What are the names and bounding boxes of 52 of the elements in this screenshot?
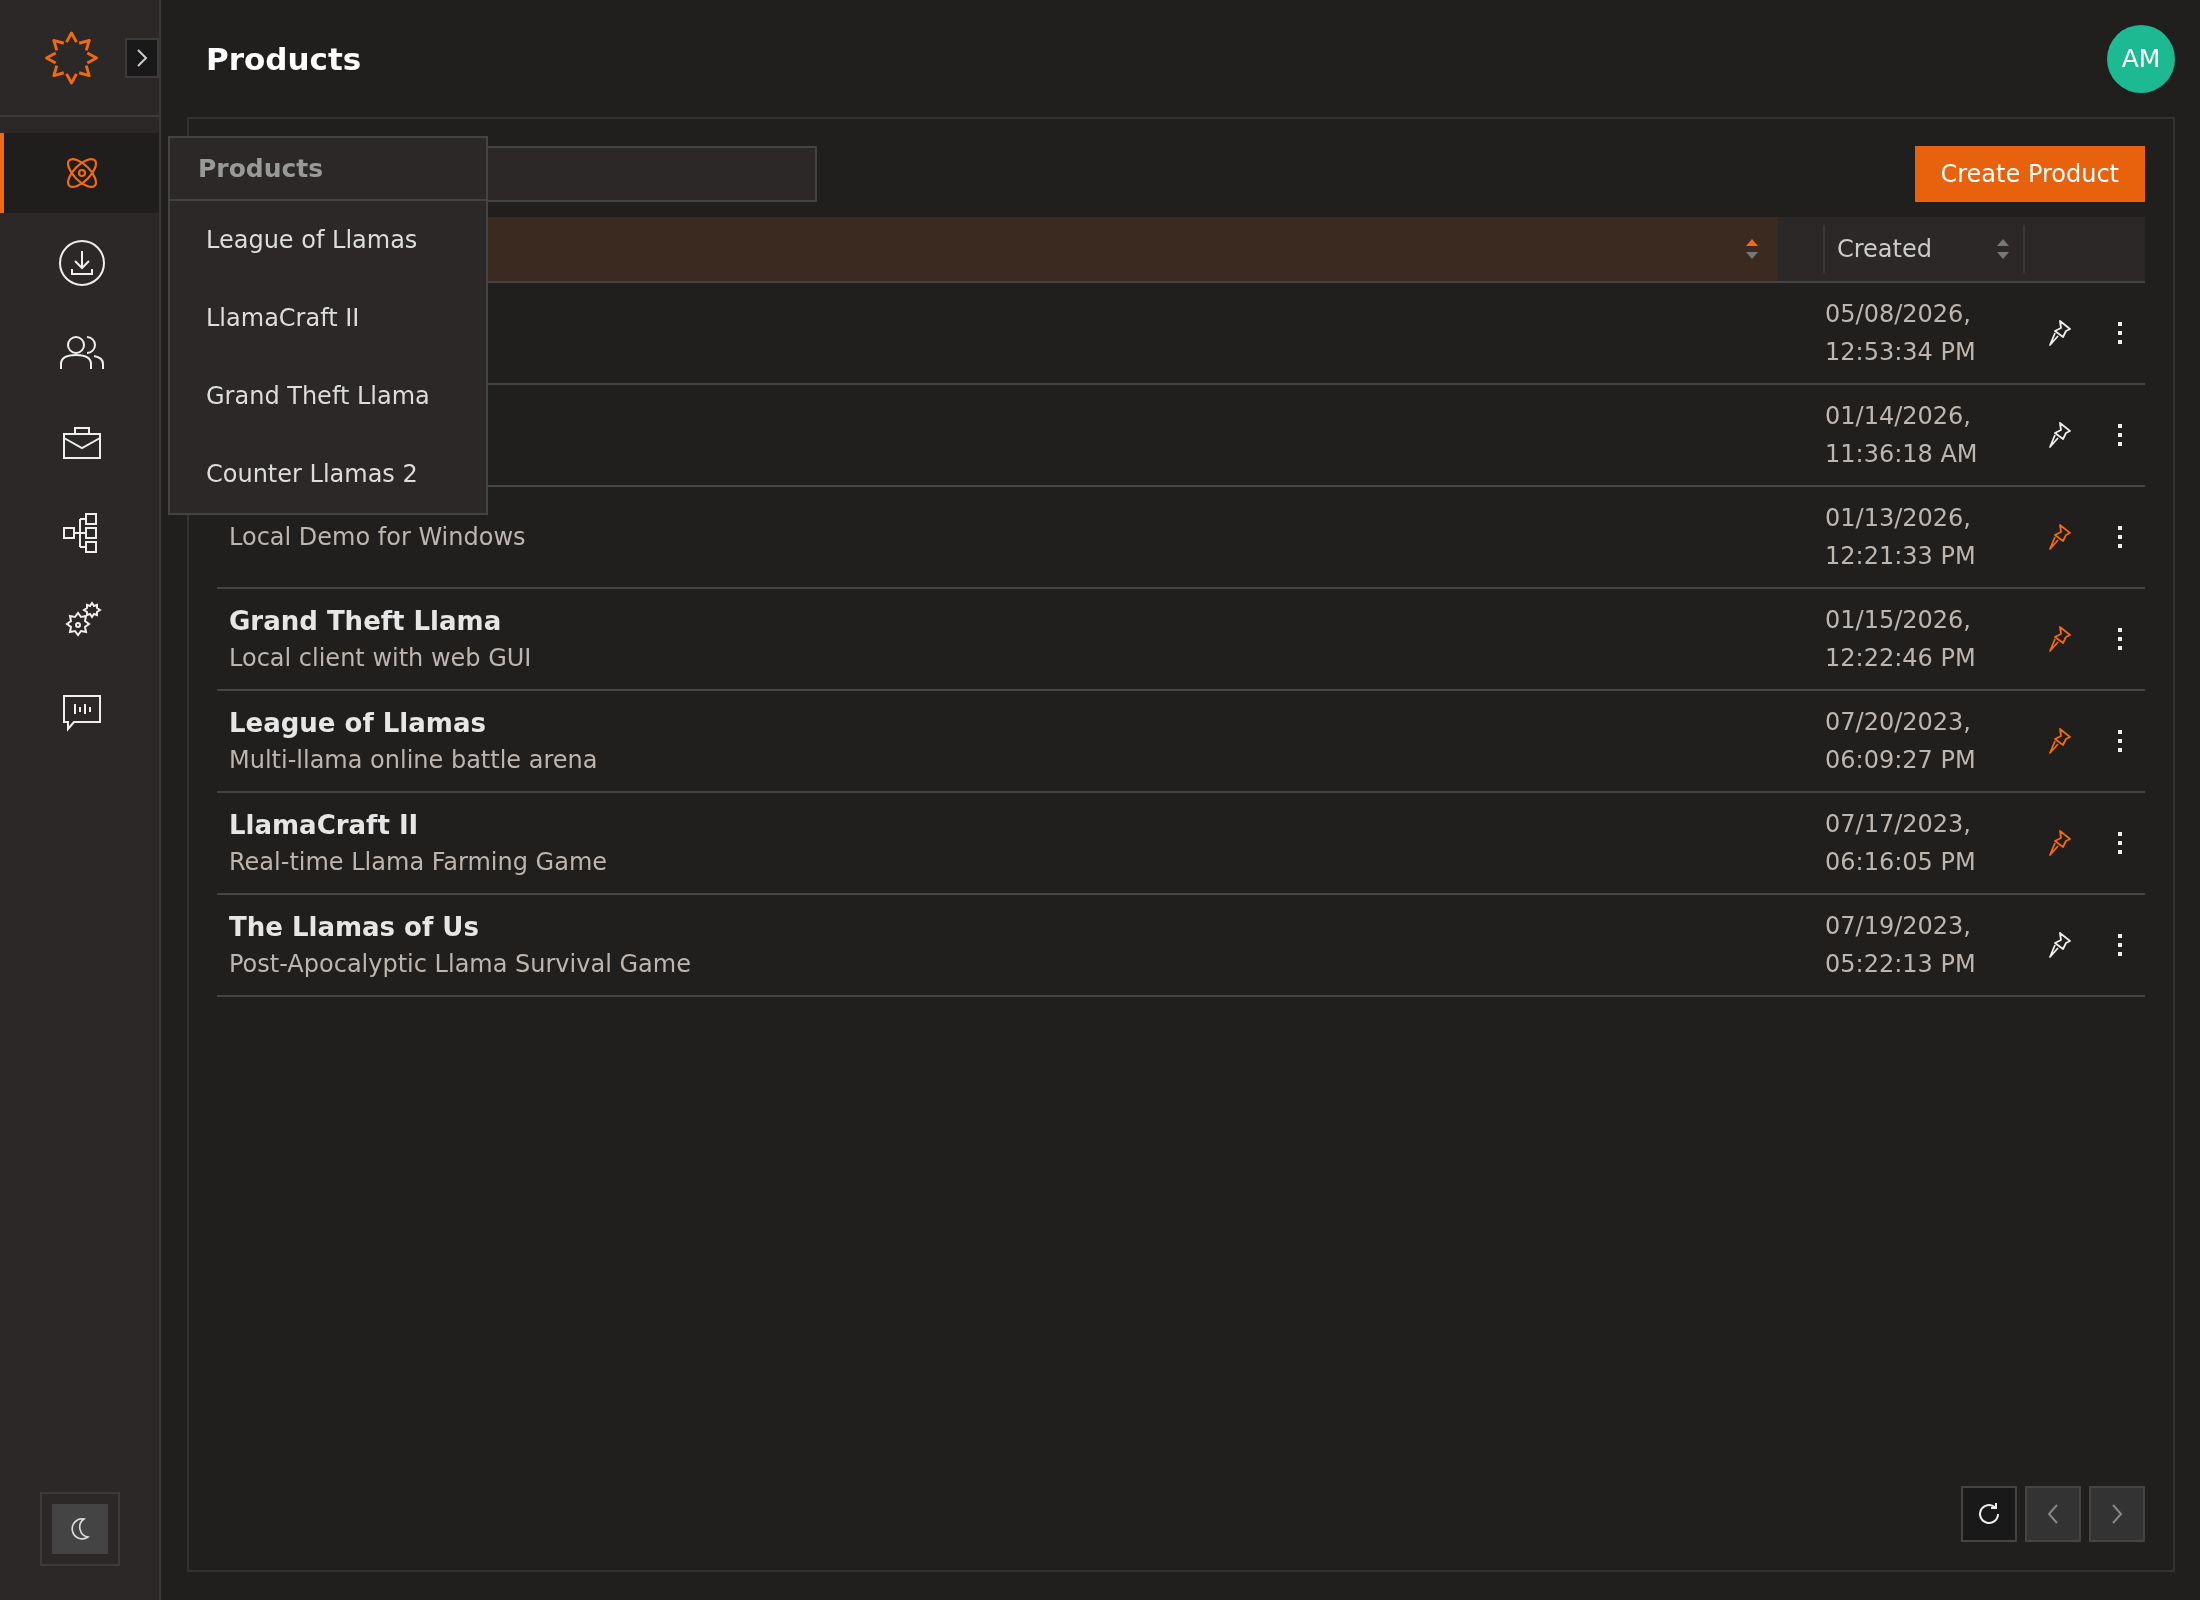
pin-icon (2047, 421, 2072, 449)
download-icon (57, 239, 106, 287)
menu-item[interactable]: Counter Llamas 2 (170, 435, 486, 513)
more-vertical-icon (2116, 729, 2123, 753)
expand-button[interactable] (125, 37, 159, 78)
created-date: 01/15/2026, 12:22:46 PM (1824, 605, 1977, 674)
created-date: 01/13/2026, 12:21:33 PM (1824, 503, 1977, 572)
created-date: 05/08/2026, 12:53:34 PM (1824, 299, 1977, 368)
pin-icon (2047, 523, 2072, 551)
more-vertical-icon (2116, 831, 2123, 855)
created-date: 01/14/2026, 11:36:18 AM (1824, 401, 1979, 470)
product-description: Local Demo for Windows (229, 523, 527, 551)
pin-icon (2047, 319, 2072, 347)
more-vertical-icon (2116, 525, 2123, 549)
sidebar-item[interactable] (0, 133, 159, 213)
created-date: 07/17/2023, 06:16:05 PM (1824, 809, 1977, 878)
chevron-right-icon (2110, 1503, 2124, 1525)
product-name[interactable]: The Llamas of Us (229, 912, 1768, 942)
sort-icon[interactable] (1995, 237, 2011, 261)
refresh-icon (1976, 1501, 2002, 1527)
chevron-left-icon (2046, 1503, 2060, 1525)
theme-toggle-button[interactable] (52, 1504, 108, 1554)
more-vertical-icon (2116, 933, 2123, 957)
product-name[interactable]: League of Llamas (229, 708, 1768, 738)
product-description: Post-Apocalyptic Llama Survival Game (229, 950, 692, 978)
pin-icon (2047, 931, 2072, 959)
column-header[interactable]: Created (1837, 235, 1932, 263)
product-description: Local client with web GUI (229, 644, 533, 672)
menu-item[interactable]: LlamaCraft II (170, 279, 486, 357)
users-icon (58, 335, 105, 371)
pin-icon (2047, 625, 2072, 653)
pin-icon (2047, 829, 2072, 857)
feedback-icon (61, 694, 102, 732)
sort-icon[interactable] (1744, 237, 1760, 261)
more-vertical-icon (2116, 321, 2123, 345)
product-description: Multi-llama online battle arena (229, 746, 599, 774)
pin-icon (2047, 727, 2072, 755)
product-name[interactable]: LlamaCraft II (229, 810, 1768, 840)
menu-item[interactable]: Grand Theft Llama (170, 357, 486, 435)
more-vertical-icon (2116, 627, 2123, 651)
product-description: Real-time Llama Farming Game (229, 848, 609, 876)
created-date: 07/20/2023, 06:09:27 PM (1824, 707, 1977, 776)
menu-title: Products (170, 138, 486, 201)
chevron-right-icon (135, 47, 149, 68)
briefcase-icon (61, 426, 102, 460)
menu-item[interactable]: League of Llamas (170, 201, 486, 279)
moon-icon (70, 1517, 90, 1541)
refresh-button[interactable] (1961, 1486, 2017, 1542)
product-name[interactable]: Grand Theft Llama (229, 606, 1768, 636)
created-date: 07/19/2023, 05:22:13 PM (1824, 911, 1977, 980)
more-vertical-icon (2116, 423, 2123, 447)
page-title: Products (206, 40, 363, 77)
